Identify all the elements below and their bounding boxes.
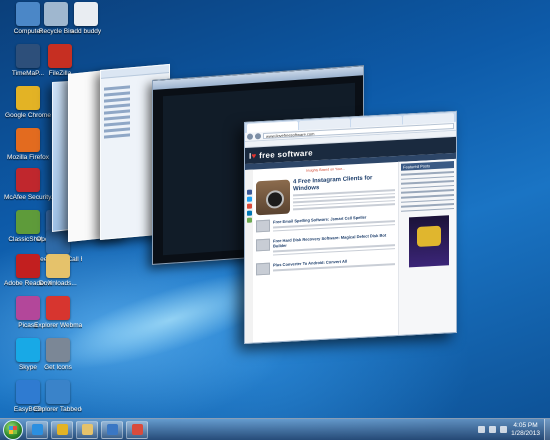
site-body: Insights Based on Your... 4 Free Instagr… <box>245 158 456 343</box>
share-icon[interactable] <box>246 217 252 223</box>
sidebar: Featured Posts <box>398 158 456 335</box>
post-thumbnail <box>256 263 270 276</box>
clock-time: 4:05 PM <box>513 421 538 429</box>
system-tray: 4:05 PM 1/28/2013 <box>478 422 544 438</box>
advertisement[interactable] <box>409 215 449 268</box>
start-button[interactable] <box>3 419 23 440</box>
list-item[interactable]: Free Hard Disk Recovery Software: Magica… <box>256 232 395 258</box>
taskbar-button-media-player[interactable] <box>101 420 123 439</box>
post-thumbnail <box>256 238 270 252</box>
twitter-icon[interactable] <box>246 196 252 202</box>
instagram-icon <box>256 179 290 216</box>
main-content: Insights Based on Your... 4 Free Instagr… <box>253 162 398 343</box>
featured-article[interactable]: 4 Free Instagram Clients for Windows <box>256 174 395 216</box>
snipping-tool-icon <box>131 424 143 435</box>
clock[interactable]: 4:05 PM 1/28/2013 <box>511 422 540 438</box>
taskbar-button-explorer[interactable] <box>76 420 98 439</box>
site-logo[interactable]: I♥ free software <box>249 148 313 160</box>
taskbar-button-snipping[interactable] <box>126 420 148 439</box>
taskbar-button-internet-explorer[interactable] <box>26 420 48 439</box>
desktop: Computer Recycle Bin add buddy TimeMaP... Fi… <box>0 0 550 440</box>
facebook-icon[interactable] <box>246 189 252 195</box>
sidebar-title: Featured Posts <box>401 160 454 171</box>
explorer-tree <box>104 82 130 194</box>
explorer-toolbar <box>101 64 169 79</box>
taskbar-button-chrome[interactable] <box>51 420 73 439</box>
list-item[interactable]: Free Email Spelling Software: Jsmart Cel… <box>256 213 395 234</box>
taskbar: 4:05 PM 1/28/2013 <box>0 418 550 440</box>
post-thumbnail <box>256 219 270 233</box>
flip3d-window-stack: www.ilovefreesoftware.com I♥ free softwa… <box>0 0 550 410</box>
linkedin-icon[interactable] <box>246 210 252 216</box>
article-excerpt <box>293 189 395 211</box>
list-item[interactable]: Plus Converter To Android: Convert All <box>256 256 395 276</box>
flag-icon[interactable] <box>478 426 486 433</box>
sidebar-links[interactable] <box>401 170 454 213</box>
clock-date: 1/28/2013 <box>511 429 540 437</box>
forward-icon[interactable] <box>255 133 261 140</box>
google-plus-icon[interactable] <box>246 203 252 209</box>
browser-window[interactable]: www.ilovefreesoftware.com I♥ free softwa… <box>244 110 457 344</box>
share-bar <box>245 169 253 343</box>
chrome-icon <box>56 424 68 435</box>
folder-icon <box>81 424 93 435</box>
media-player-icon <box>106 424 118 435</box>
volume-icon[interactable] <box>500 426 508 433</box>
back-icon[interactable] <box>247 133 253 140</box>
ie-icon <box>31 424 43 435</box>
taskbar-pinned-apps <box>23 420 148 439</box>
show-desktop-button[interactable] <box>544 418 550 440</box>
network-icon[interactable] <box>489 426 497 433</box>
